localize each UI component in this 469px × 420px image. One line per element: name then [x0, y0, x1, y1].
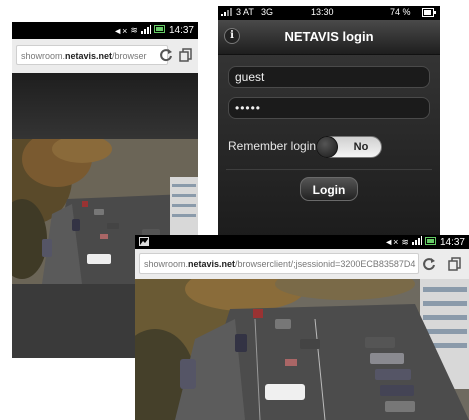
- battery-icon: [424, 236, 437, 248]
- status-time: 14:37: [439, 236, 465, 248]
- remember-login-toggle[interactable]: No: [316, 136, 382, 158]
- status-time: 13:30: [311, 7, 334, 17]
- toggle-label: No: [353, 141, 369, 153]
- nav-bar: i NETAVIS login: [218, 20, 440, 55]
- divider: [226, 169, 432, 170]
- status-time: 14:37: [168, 25, 194, 36]
- network-label: 3G: [261, 7, 274, 17]
- remember-login-label: Remember login:: [228, 139, 320, 153]
- battery-icon: [153, 25, 166, 36]
- mute-icon: ◄×: [384, 237, 399, 247]
- battery-percent: 74 %: [390, 7, 411, 17]
- status-bar: ◄× ≋ 14:37: [12, 22, 198, 39]
- camera-image[interactable]: [135, 279, 469, 420]
- wifi-icon: ≋: [130, 25, 138, 35]
- signal-icon: [221, 7, 233, 19]
- browser-toolbar: showroom.netavis.net/browserclient/;jses…: [135, 249, 469, 280]
- viewer-background: [12, 73, 198, 139]
- address-bar[interactable]: showroom.netavis.net/browser: [16, 45, 168, 65]
- info-icon[interactable]: i: [224, 28, 240, 44]
- password-field[interactable]: •••••: [228, 97, 430, 119]
- battery-icon: [422, 8, 436, 19]
- wifi-icon: ≋: [401, 236, 409, 247]
- carrier-label: 3 AT: [236, 7, 254, 17]
- signal-icon: [411, 236, 422, 248]
- login-button[interactable]: Login: [300, 177, 358, 201]
- status-bar: ◄× ≋ 14:37: [135, 235, 469, 249]
- toggle-knob: [316, 136, 338, 158]
- tabs-icon[interactable]: [176, 45, 196, 65]
- username-field[interactable]: guest: [228, 66, 430, 88]
- address-bar[interactable]: showroom.netavis.net/browserclient/;jses…: [139, 253, 419, 274]
- browser-toolbar: showroom.netavis.net/browser: [12, 39, 198, 74]
- status-bar: 3 AT 3G 13:30 74 %: [218, 6, 440, 20]
- tabs-icon[interactable]: [445, 254, 465, 274]
- mute-icon: ◄×: [113, 25, 128, 36]
- refresh-icon[interactable]: [156, 45, 176, 65]
- image-notification-icon: [139, 237, 149, 249]
- phone-login: 3 AT 3G 13:30 74 % i NETAVIS login guest…: [218, 6, 440, 238]
- page-title: NETAVIS login: [284, 29, 374, 44]
- signal-icon: [140, 24, 151, 37]
- phone-bottom-browser: ◄× ≋ 14:37 showroom.netavis.net/browserc…: [135, 235, 469, 420]
- refresh-icon[interactable]: [419, 254, 439, 274]
